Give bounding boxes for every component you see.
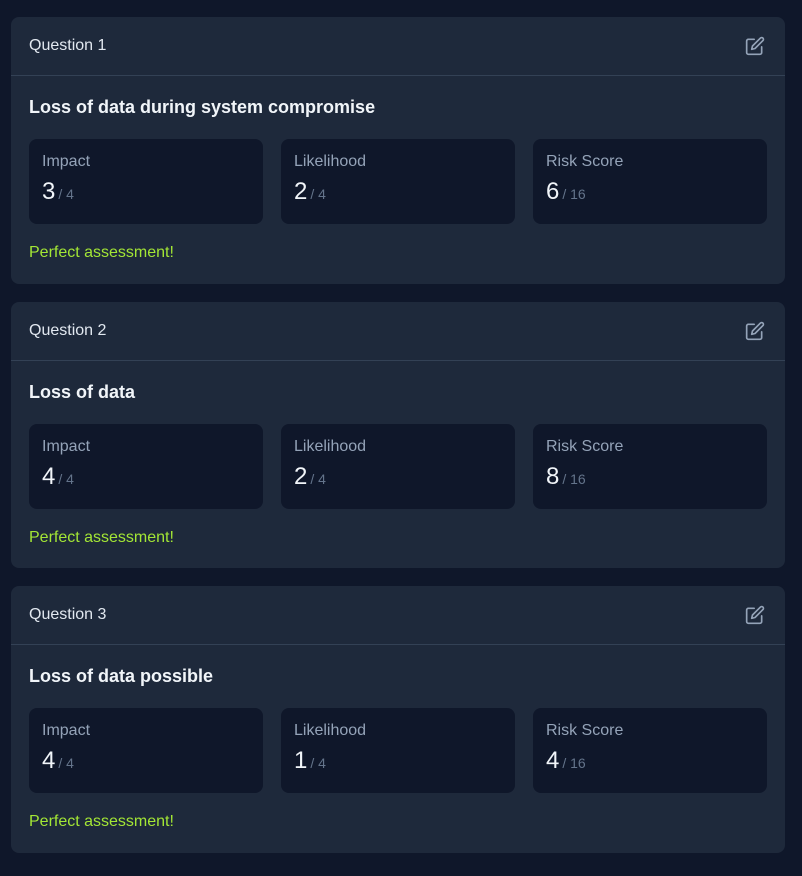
metric-label: Risk Score bbox=[546, 438, 624, 455]
metric-max: / 4 bbox=[58, 755, 74, 771]
assessment-feedback: Perfect assessment! bbox=[29, 244, 174, 261]
risk-score-metric: Risk Score 8/ 16 bbox=[533, 424, 767, 509]
metric-label: Likelihood bbox=[294, 153, 367, 170]
edit-button[interactable] bbox=[744, 320, 766, 342]
risk-score-metric: Risk Score 4/ 16 bbox=[533, 708, 767, 793]
likelihood-metric: Likelihood 2/ 4 bbox=[281, 424, 515, 509]
metric-label: Risk Score bbox=[546, 153, 624, 170]
likelihood-metric: Likelihood 1/ 4 bbox=[281, 708, 515, 793]
metric-value: 8 bbox=[546, 463, 560, 490]
metric-label: Impact bbox=[42, 153, 91, 170]
metric-label: Impact bbox=[42, 438, 91, 455]
impact-metric: Impact 3/ 4 bbox=[29, 139, 263, 224]
risk-score-metric: Risk Score 6/ 16 bbox=[533, 139, 767, 224]
metric-value: 1 bbox=[294, 747, 308, 774]
question-number: Question 3 bbox=[29, 606, 107, 623]
metric-value: 3 bbox=[42, 178, 56, 205]
metric-label: Impact bbox=[42, 722, 91, 739]
metric-value: 4 bbox=[546, 747, 560, 774]
edit-icon bbox=[745, 321, 765, 341]
metric-value: 2 bbox=[294, 463, 308, 490]
edit-icon bbox=[745, 605, 765, 625]
metric-max: / 4 bbox=[310, 471, 326, 487]
question-card: Question 2 Loss of data Impact 4/ 4 Like… bbox=[11, 302, 785, 568]
metric-max: / 4 bbox=[310, 186, 326, 202]
metric-max: / 16 bbox=[562, 186, 586, 202]
edit-icon bbox=[745, 36, 765, 56]
edit-button[interactable] bbox=[744, 604, 766, 626]
assessment-feedback: Perfect assessment! bbox=[29, 529, 174, 546]
question-card: Question 3 Loss of data possible Impact … bbox=[11, 586, 785, 853]
question-card-header: Question 1 bbox=[11, 17, 785, 76]
metric-label: Risk Score bbox=[546, 722, 624, 739]
metric-value: 4 bbox=[42, 747, 56, 774]
metric-value: 2 bbox=[294, 178, 308, 205]
impact-metric: Impact 4/ 4 bbox=[29, 708, 263, 793]
impact-metric: Impact 4/ 4 bbox=[29, 424, 263, 509]
question-title: Loss of data during system compromise bbox=[29, 97, 376, 117]
metric-label: Likelihood bbox=[294, 722, 367, 739]
edit-button[interactable] bbox=[744, 35, 766, 57]
assessment-feedback: Perfect assessment! bbox=[29, 813, 174, 830]
metric-max: / 4 bbox=[58, 471, 74, 487]
metric-value: 4 bbox=[42, 463, 56, 490]
question-number: Question 1 bbox=[29, 37, 107, 54]
question-card-header: Question 2 bbox=[11, 302, 785, 361]
metric-label: Likelihood bbox=[294, 438, 367, 455]
metric-max: / 16 bbox=[562, 755, 586, 771]
metrics-row: Impact 4/ 4 Likelihood 2/ 4 Risk Score 8… bbox=[29, 424, 767, 509]
metric-value: 6 bbox=[546, 178, 560, 205]
metric-max: / 16 bbox=[562, 471, 586, 487]
question-card-header: Question 3 bbox=[11, 586, 785, 645]
metric-max: / 4 bbox=[310, 755, 326, 771]
question-card: Question 1 Loss of data during system co… bbox=[11, 17, 785, 284]
likelihood-metric: Likelihood 2/ 4 bbox=[281, 139, 515, 224]
question-title: Loss of data possible bbox=[29, 666, 214, 686]
question-list: Question 1 Loss of data during system co… bbox=[11, 17, 785, 853]
metrics-row: Impact 4/ 4 Likelihood 1/ 4 Risk Score 4… bbox=[29, 708, 767, 793]
metrics-row: Impact 3/ 4 Likelihood 2/ 4 Risk Score 6… bbox=[29, 139, 767, 224]
metric-max: / 4 bbox=[58, 186, 74, 202]
question-number: Question 2 bbox=[29, 322, 107, 339]
question-title: Loss of data bbox=[29, 382, 136, 402]
